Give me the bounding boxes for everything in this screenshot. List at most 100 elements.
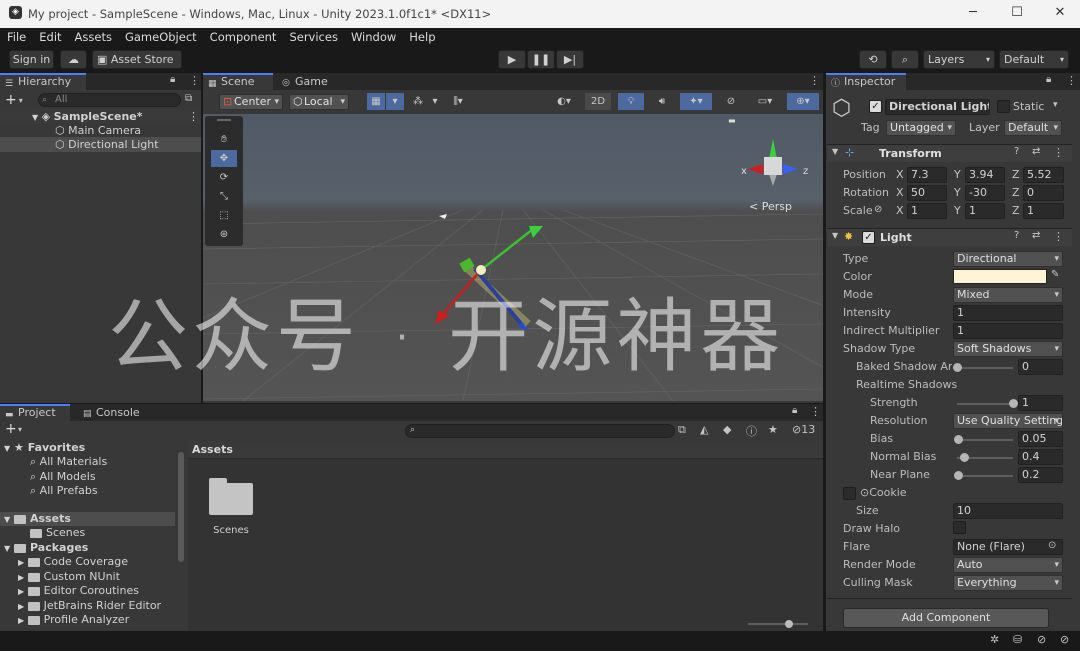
help-icon[interactable]: ? (1014, 146, 1019, 157)
menu-help[interactable]: Help (409, 28, 435, 46)
rotation-x-field[interactable]: 50 (907, 185, 947, 201)
culling-mask-dropdown[interactable]: Everything (953, 575, 1063, 591)
favorite-item[interactable]: ⌕ All Prefabs (30, 484, 98, 498)
projection-label[interactable]: < Persp (749, 200, 792, 213)
increment-dropdown-icon[interactable]: ▾ (426, 93, 444, 110)
rect-tool-icon[interactable]: ⬚ (211, 207, 237, 224)
presets-icon[interactable]: ⇄ (1032, 230, 1040, 241)
menu-file[interactable]: File (7, 28, 26, 46)
menu-window[interactable]: Window (351, 28, 396, 46)
link-icon[interactable]: ⊘ (874, 204, 882, 215)
cache-icon[interactable]: ⛁ (1013, 633, 1022, 646)
more-icon[interactable]: ⋮ (1053, 146, 1064, 159)
expand-arrow-icon[interactable]: ▼ (32, 113, 38, 122)
grid-item-scenes[interactable]: Scenes (206, 478, 256, 541)
bias-field[interactable]: 0.05 (1018, 431, 1063, 447)
audio-icon[interactable]: 🔊︎ (649, 93, 675, 110)
more-icon[interactable]: ⋮ (189, 74, 200, 87)
chevron-down-icon[interactable]: ▾ (19, 96, 23, 105)
orientation-gizmo[interactable] (748, 139, 798, 186)
menu-assets[interactable]: Assets (75, 28, 112, 46)
lighting-icon[interactable]: 💡︎ (618, 93, 644, 110)
add-icon[interactable]: + (5, 92, 17, 108)
cloud-icon[interactable]: ☁ (60, 50, 87, 69)
type-dropdown[interactable]: Directional (953, 251, 1063, 267)
add-icon[interactable]: + (5, 421, 17, 437)
menu-component[interactable]: Component (210, 28, 277, 46)
breadcrumb-assets[interactable]: Assets (192, 443, 233, 456)
assets-folder[interactable]: ▼ Assets (0, 512, 175, 526)
hidden-objects-icon[interactable]: ⊘ (718, 93, 744, 110)
indirect-multiplier-field[interactable]: 1 (953, 323, 1063, 339)
scale-x-field[interactable]: 1 (907, 203, 947, 219)
size-field[interactable]: 10 (953, 503, 1063, 519)
debug-icon[interactable]: ✲ (990, 633, 999, 646)
pivot-dropdown[interactable]: ⊡ Center (219, 94, 283, 110)
align-icon[interactable]: ⫼▾ (443, 93, 473, 110)
intensity-field[interactable]: 1 (953, 305, 1063, 321)
move-tool-icon[interactable]: ✥ (211, 150, 237, 167)
baked-angle-slider[interactable] (957, 367, 1013, 369)
auto-generate-icon[interactable]: ⊘ (1037, 633, 1046, 646)
package-item[interactable]: ▶ Profile Analyzer (18, 613, 129, 627)
zoom-slider-knob[interactable] (785, 620, 793, 628)
baked-angle-field[interactable]: 0 (1018, 359, 1063, 375)
draw-halo-checkbox[interactable] (953, 521, 966, 534)
tab-scene[interactable]: ▦ Scene (203, 73, 273, 90)
strength-field[interactable]: 1 (1018, 395, 1063, 411)
sign-in-button[interactable]: Sign in (9, 50, 54, 69)
snap-increment-icon[interactable]: ⁂ (409, 93, 427, 110)
scale-z-field[interactable]: 1 (1023, 203, 1064, 219)
effects-icon[interactable]: ✦▾ (680, 93, 712, 110)
presets-icon[interactable]: ⇄ (1032, 146, 1040, 157)
mode-dropdown[interactable]: Mixed (953, 287, 1063, 303)
menu-edit[interactable]: Edit (39, 28, 61, 46)
static-dropdown-icon[interactable]: ▾ (1053, 100, 1058, 110)
hand-tool-icon[interactable]: ✋︎ (211, 131, 237, 148)
label-filter-icon[interactable]: ◆ (723, 423, 731, 436)
space-dropdown[interactable]: ⬡ Local (289, 94, 349, 110)
tab-project[interactable]: ▬ Project (0, 404, 70, 421)
static-checkbox[interactable] (997, 100, 1010, 113)
eyedropper-icon[interactable]: ✎ (1051, 269, 1059, 280)
rotation-y-field[interactable]: -30 (965, 185, 1005, 201)
lock-icon[interactable]: 🔒︎ (1046, 74, 1051, 85)
light-enabled-checkbox[interactable]: ✓ (862, 231, 875, 244)
layer-dropdown[interactable]: Default (1004, 120, 1062, 136)
color-swatch[interactable] (953, 269, 1047, 284)
hierarchy-search-input[interactable]: ⌕ All (38, 93, 181, 107)
tab-hierarchy[interactable]: ☰ Hierarchy (0, 73, 86, 90)
object-name-field[interactable]: Directional Light (885, 99, 990, 115)
search-filter-icon[interactable]: ⧉ (678, 423, 686, 437)
filter-icon[interactable]: ⧉ (185, 93, 192, 104)
more-icon[interactable]: ⋮ (1066, 74, 1077, 87)
position-x-field[interactable]: 7.3 (907, 167, 947, 183)
render-mode-dropdown[interactable]: Auto (953, 557, 1063, 573)
cookie-foldout[interactable] (843, 487, 856, 500)
resolution-dropdown[interactable]: Use Quality Settings (953, 413, 1063, 429)
packages-folder[interactable]: ▼ Packages (4, 541, 88, 555)
asset-store-button[interactable]: ▣ Asset Store ▾ (92, 50, 182, 82)
more-icon[interactable]: ⋮ (1053, 230, 1064, 243)
tab-game[interactable]: ◎ Game (277, 73, 337, 90)
bias-slider[interactable] (957, 439, 1013, 441)
history-icon[interactable]: ⟲ (859, 50, 887, 69)
play-button[interactable]: ▶ (498, 50, 526, 69)
minimize-icon[interactable]: ─ (958, 5, 988, 20)
chevron-down-icon[interactable]: ▾ (18, 425, 22, 434)
tab-inspector[interactable]: ⓘ Inspector (826, 73, 906, 90)
hierarchy-item-main-camera[interactable]: ⬡ Main Camera (55, 123, 141, 138)
package-item[interactable]: ▶ Custom NUnit (18, 570, 120, 584)
flare-field[interactable]: None (Flare) (953, 539, 1063, 555)
favorites-header[interactable]: ▼ ★ Favorites (4, 441, 85, 455)
package-item[interactable]: ▶ Code Coverage (18, 555, 128, 569)
gizmos-icon[interactable]: ⊕▾ (787, 93, 819, 110)
type-filter-icon[interactable]: ◭ (700, 423, 708, 436)
tag-dropdown[interactable]: Untagged (886, 120, 956, 136)
favorite-star-icon[interactable]: ★ (768, 423, 778, 436)
position-z-field[interactable]: 5.52 (1023, 167, 1064, 183)
close-icon[interactable]: ✕ (1045, 5, 1075, 20)
scale-tool-icon[interactable]: ⤡ (211, 188, 237, 205)
shadow-type-dropdown[interactable]: Soft Shadows (953, 341, 1063, 357)
shading-mode-icon[interactable]: ◐▾ (548, 93, 580, 110)
